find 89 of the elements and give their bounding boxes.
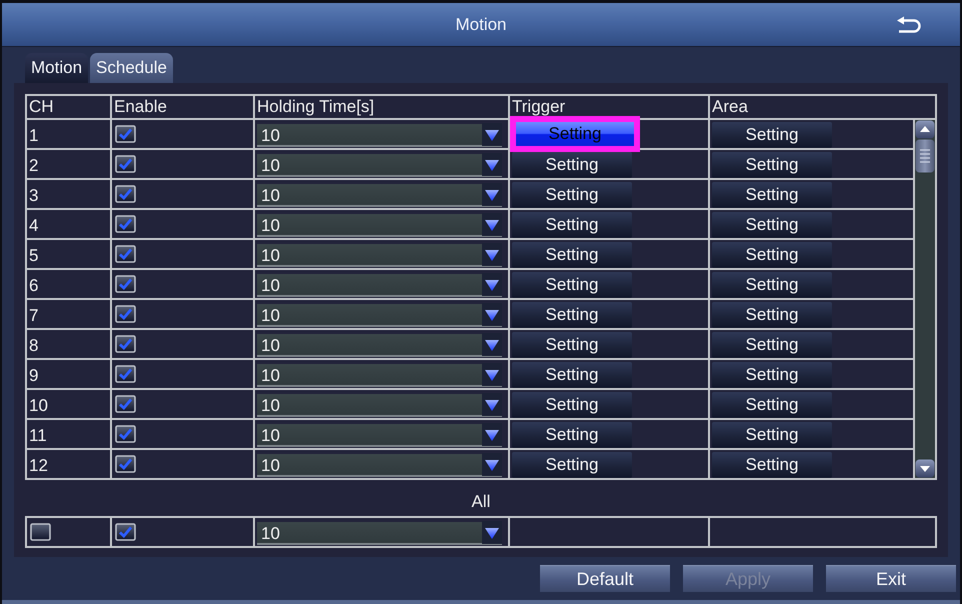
checkbox[interactable] (115, 215, 136, 233)
setting-button[interactable]: Setting (712, 392, 832, 418)
tab[interactable]: Motion (25, 53, 88, 83)
footer-button[interactable]: Default (540, 565, 670, 592)
setting-button[interactable]: Setting (712, 452, 832, 478)
checkbox[interactable] (115, 275, 136, 293)
table-cell-text: 3 (29, 184, 38, 206)
table-cell-text: 2 (29, 154, 38, 176)
table-cell-text: 6 (29, 274, 38, 296)
table-cell-text: 7 (29, 304, 38, 326)
setting-button[interactable]: Setting (712, 122, 832, 148)
setting-button[interactable]: Setting (712, 152, 832, 178)
setting-button[interactable]: Setting (512, 422, 632, 448)
scrollbar[interactable] (915, 118, 935, 478)
holding-time-dropdown[interactable]: 10 (257, 274, 502, 297)
setting-button[interactable]: Setting (512, 272, 632, 298)
section-label: All (472, 492, 490, 512)
caret-down-icon[interactable] (482, 123, 502, 146)
caret-down-icon[interactable] (482, 393, 502, 416)
setting-button[interactable]: Setting (712, 182, 832, 208)
table-cell-text: 4 (29, 214, 38, 236)
setting-button[interactable]: Setting (512, 242, 632, 268)
setting-button[interactable]: Setting (512, 332, 632, 358)
table-cell-text: 12 (29, 454, 48, 476)
table-cell-text: 5 (29, 244, 38, 266)
checkbox[interactable] (115, 335, 136, 353)
holding-time-dropdown[interactable]: 10 (257, 244, 502, 267)
footer-button[interactable]: Exit (826, 565, 956, 592)
scroll-thumb[interactable] (915, 139, 935, 173)
caret-down-icon[interactable] (482, 453, 502, 476)
column-header: Holding Time[s] (257, 97, 374, 117)
checkbox[interactable] (115, 305, 136, 323)
setting-button[interactable]: Setting (512, 362, 632, 388)
setting-button[interactable]: Setting (512, 212, 632, 238)
holding-time-dropdown[interactable]: 10 (257, 522, 502, 545)
checkbox[interactable] (115, 455, 136, 473)
holding-time-dropdown[interactable]: 10 (257, 394, 502, 417)
caret-down-icon[interactable] (482, 363, 502, 386)
caret-down-icon[interactable] (482, 333, 502, 356)
setting-button[interactable]: Setting (512, 152, 632, 178)
checkbox[interactable] (115, 365, 136, 383)
holding-time-dropdown[interactable]: 10 (257, 154, 502, 177)
tab[interactable]: Schedule (90, 53, 173, 83)
caret-down-icon[interactable] (482, 521, 502, 544)
checkbox[interactable] (115, 395, 136, 413)
caret-down-icon[interactable] (482, 153, 502, 176)
checkbox[interactable] (115, 155, 136, 173)
setting-button[interactable]: Setting (512, 452, 632, 478)
table-cell-text: 10 (29, 394, 48, 416)
table-cell-text: 9 (29, 364, 38, 386)
holding-time-dropdown[interactable]: 10 (257, 124, 502, 147)
setting-button[interactable]: Setting (712, 242, 832, 268)
column-header: CH (29, 97, 54, 117)
holding-time-dropdown[interactable]: 10 (257, 214, 502, 237)
caret-down-icon[interactable] (482, 423, 502, 446)
holding-time-dropdown[interactable]: 10 (257, 334, 502, 357)
setting-button[interactable]: Setting (712, 212, 832, 238)
checkbox[interactable] (115, 185, 136, 203)
caret-down-icon[interactable] (482, 273, 502, 296)
checkbox[interactable] (115, 425, 136, 443)
setting-button[interactable]: Setting (512, 182, 632, 208)
table-cell-text: 11 (29, 424, 47, 446)
caret-down-icon[interactable] (482, 183, 502, 206)
setting-button[interactable]: Setting (712, 302, 832, 328)
table-cell-text: 8 (29, 334, 38, 356)
setting-button[interactable]: Setting (712, 422, 832, 448)
back-arrow-icon[interactable] (896, 16, 922, 34)
holding-time-dropdown[interactable]: 10 (257, 424, 502, 447)
setting-button[interactable]: Setting (712, 362, 832, 388)
setting-button[interactable]: Setting (512, 302, 632, 328)
column-header: Trigger (512, 97, 566, 117)
caret-down-icon[interactable] (482, 243, 502, 266)
holding-time-dropdown[interactable]: 10 (257, 184, 502, 207)
holding-time-dropdown[interactable]: 10 (257, 304, 502, 327)
holding-time-dropdown[interactable]: 10 (257, 454, 502, 477)
window-title: Motion (455, 14, 507, 34)
setting-button[interactable]: Setting (712, 332, 832, 358)
column-header: Enable (114, 97, 167, 117)
checkbox[interactable] (115, 523, 136, 541)
table-cell-text: 1 (29, 124, 38, 146)
checkbox[interactable] (115, 245, 136, 263)
caret-down-icon[interactable] (482, 213, 502, 236)
holding-time-dropdown[interactable]: 10 (257, 364, 502, 387)
checkbox[interactable] (115, 125, 136, 143)
column-header: Area (712, 97, 748, 117)
setting-button[interactable]: Setting (712, 272, 832, 298)
setting-button[interactable]: Setting (512, 392, 632, 418)
caret-down-icon[interactable] (482, 303, 502, 326)
checkbox[interactable] (30, 523, 51, 541)
